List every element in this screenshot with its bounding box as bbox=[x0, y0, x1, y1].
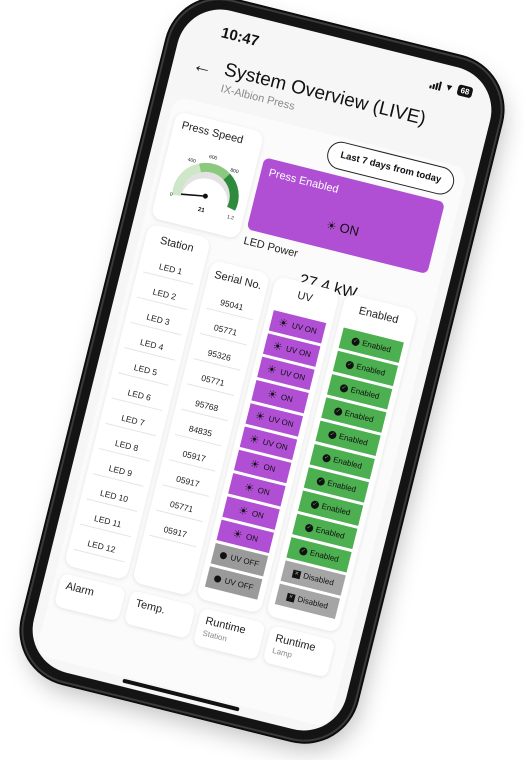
station-cell: LED 8 bbox=[99, 430, 155, 462]
serial-cell: 95041 bbox=[206, 290, 258, 321]
enabled-status-text: Disabled bbox=[302, 571, 335, 588]
sun-icon: ☀ bbox=[231, 527, 244, 542]
uv-status-text: ON bbox=[250, 508, 265, 521]
off-dot-icon bbox=[213, 574, 222, 584]
uv-status-text: ON bbox=[256, 485, 271, 498]
back-arrow-icon[interactable]: ← bbox=[190, 54, 215, 81]
enabled-status-text: Enabled bbox=[326, 478, 358, 495]
press-speed-gauge: 0 400 600 800 1.2 21 bbox=[169, 154, 240, 222]
serial-cell: 84835 bbox=[174, 416, 226, 447]
sun-icon: ☀ bbox=[247, 433, 261, 448]
station-cell: LED 5 bbox=[117, 354, 173, 386]
check-circle-icon: ✓ bbox=[304, 522, 314, 533]
gauge-tick-400: 400 bbox=[187, 157, 197, 165]
temp-label: Temp. bbox=[134, 597, 167, 617]
uv-status-text: UV ON bbox=[285, 344, 312, 360]
sun-icon: ☀ bbox=[271, 340, 284, 355]
uv-status-text: ON bbox=[262, 462, 277, 475]
enabled-status-text: Enabled bbox=[338, 431, 369, 448]
uv-status-text: UV OFF bbox=[223, 576, 255, 593]
sun-icon: ☀ bbox=[242, 481, 256, 496]
battery-icon: 68 bbox=[456, 84, 474, 99]
sun-icon: ☀ bbox=[265, 388, 279, 403]
serial-cell: 05917 bbox=[168, 441, 220, 472]
uv-status-text: UV ON bbox=[279, 367, 307, 383]
runtime-station-card[interactable]: Runtime Station bbox=[192, 607, 266, 661]
station-cell: LED 2 bbox=[136, 279, 192, 311]
enabled-status-text: Enabled bbox=[361, 338, 392, 355]
station-header: Station bbox=[158, 234, 195, 255]
check-circle-icon: ✓ bbox=[333, 406, 343, 416]
enabled-status-text: Disabled bbox=[296, 594, 329, 611]
x-box-icon: × bbox=[291, 569, 302, 579]
check-circle-icon: ✓ bbox=[321, 452, 332, 463]
serial-cell: 95326 bbox=[193, 340, 245, 371]
uv-status-text: ON bbox=[279, 392, 294, 405]
enabled-status-text: Enabled bbox=[349, 385, 381, 402]
sun-icon: ☀ bbox=[248, 458, 262, 473]
uv-status-text: UV ON bbox=[267, 414, 295, 430]
runtime-lamp-card[interactable]: Runtime Lamp bbox=[262, 624, 336, 678]
serial-cell: 05917 bbox=[149, 517, 201, 548]
sun-icon: ☀ bbox=[324, 219, 338, 234]
check-circle-icon: ✓ bbox=[339, 383, 349, 393]
enabled-status-text: Enabled bbox=[320, 501, 352, 518]
check-circle-icon: ✓ bbox=[350, 336, 361, 347]
enabled-status-text: Enabled bbox=[332, 455, 363, 471]
alarm-label: Alarm bbox=[64, 580, 96, 599]
serial-cell: 05917 bbox=[162, 466, 214, 497]
serial-cell: 05771 bbox=[155, 492, 208, 523]
system-icons: ▾ 68 bbox=[428, 77, 474, 99]
station-cell: LED 12 bbox=[73, 531, 129, 563]
sun-icon: ☀ bbox=[265, 363, 278, 378]
enabled-status-text: Enabled bbox=[343, 408, 375, 425]
uv-status-text: UV ON bbox=[261, 437, 289, 453]
serial-header: Serial No. bbox=[213, 268, 263, 293]
off-dot-icon bbox=[219, 551, 228, 560]
station-cell: LED 11 bbox=[80, 506, 136, 538]
station-cell: LED 7 bbox=[105, 405, 161, 437]
check-circle-icon: ✓ bbox=[298, 546, 309, 556]
enabled-status-text: Enabled bbox=[308, 548, 340, 565]
app-screen: 10:47 ▾ 68 ← System Overview (LIVE) IX-A… bbox=[23, 0, 501, 740]
gauge-tick-800: 800 bbox=[230, 168, 240, 176]
temp-card[interactable]: Temp. bbox=[123, 590, 196, 640]
wifi-icon: ▾ bbox=[445, 80, 454, 94]
press-speed-value: 21 bbox=[197, 207, 206, 215]
uv-status-text: UV ON bbox=[290, 321, 318, 336]
x-box-icon: × bbox=[285, 592, 296, 603]
sun-icon: ☀ bbox=[236, 504, 250, 519]
press-enabled-value: ON bbox=[338, 219, 361, 240]
signal-icon bbox=[428, 78, 442, 91]
station-cell: LED 3 bbox=[130, 304, 186, 336]
station-cell: LED 4 bbox=[124, 329, 180, 361]
enabled-status-text: Enabled bbox=[314, 524, 346, 541]
enabled-status-text: Enabled bbox=[355, 361, 387, 378]
check-circle-icon: ✓ bbox=[310, 499, 320, 510]
gauge-tick-600: 600 bbox=[208, 154, 218, 162]
gauge-tick-max: 1.2 bbox=[226, 214, 234, 222]
station-cell: LED 10 bbox=[86, 480, 142, 512]
station-cell: LED 1 bbox=[143, 253, 199, 285]
serial-cell: 95768 bbox=[181, 391, 233, 422]
uv-status-text: ON bbox=[245, 532, 259, 544]
station-cell: LED 6 bbox=[111, 380, 167, 412]
sun-icon: ☀ bbox=[276, 316, 290, 331]
serial-cell: 05771 bbox=[199, 315, 252, 346]
uv-status-text: UV OFF bbox=[229, 553, 261, 569]
press-speed-card: Press Speed 0 400 600 800 1.2 21 bbox=[150, 110, 265, 240]
status-time: 10:47 bbox=[219, 24, 261, 51]
station-cell: LED 9 bbox=[92, 455, 148, 487]
phone-frame: 10:47 ▾ 68 ← System Overview (LIVE) IX-A… bbox=[12, 0, 512, 751]
alarm-card[interactable]: Alarm bbox=[53, 572, 127, 622]
check-circle-icon: ✓ bbox=[315, 476, 326, 486]
dashboard-body: Last 7 days from today Press Speed 0 400… bbox=[35, 95, 468, 728]
sun-icon: ☀ bbox=[253, 409, 267, 424]
check-circle-icon: ✓ bbox=[344, 359, 355, 370]
serial-cell: 05771 bbox=[187, 365, 239, 396]
press-enabled-label: Press Enabled bbox=[267, 166, 340, 196]
check-circle-icon: ✓ bbox=[327, 429, 338, 440]
